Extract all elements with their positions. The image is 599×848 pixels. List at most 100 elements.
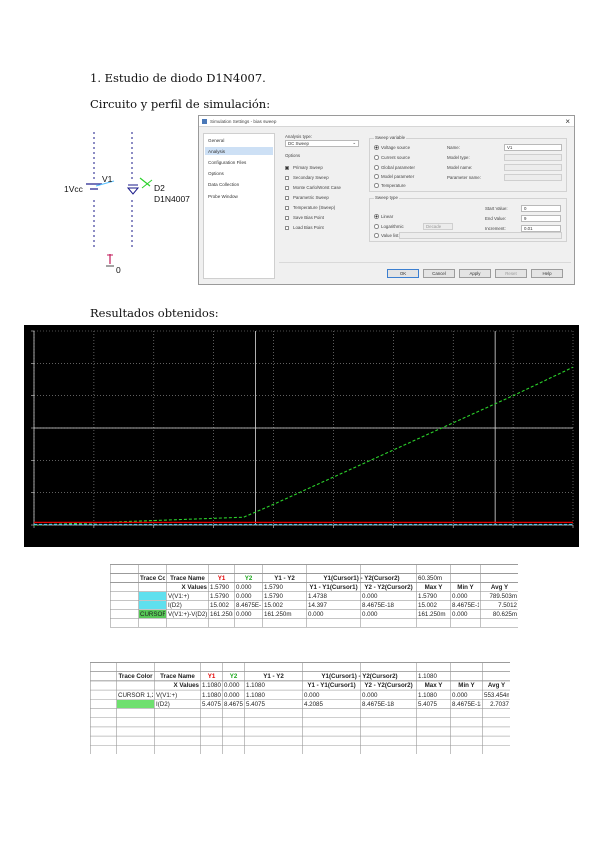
nav-item-general[interactable]: General — [208, 138, 224, 143]
table-cell: 0.000 — [236, 584, 252, 591]
table-cell: 5.4075 — [418, 700, 437, 708]
nav-item-probe-window[interactable]: Probe Window — [208, 194, 238, 199]
voltage-source-radio[interactable] — [374, 145, 379, 150]
linear-radio[interactable] — [374, 214, 379, 219]
end-value-field[interactable]: 9 — [521, 215, 561, 222]
model-type-label: Model type: — [447, 155, 470, 160]
table-cell: 0.000 — [308, 611, 324, 618]
nav-item-options[interactable]: Options — [208, 171, 224, 176]
apply-button[interactable]: Apply — [459, 269, 491, 278]
table-cell: 0.000 — [224, 682, 240, 690]
parameter-name-field[interactable] — [504, 174, 562, 181]
model-name-label: Model name: — [447, 165, 473, 170]
table-cell: 0.000 — [362, 593, 378, 600]
circuit-profile-heading: Circuito y perfil de simulación: — [90, 97, 271, 111]
value-list-field[interactable] — [399, 232, 562, 239]
start-value-field[interactable]: 0 — [521, 205, 561, 212]
value-list-radio[interactable] — [374, 233, 379, 238]
diode-ref-label: D2 — [154, 183, 165, 193]
temperature-radio[interactable] — [374, 183, 379, 188]
table-cell: X Values — [173, 682, 199, 690]
ground-label: 0 — [116, 265, 121, 275]
monte-carlo-checkbox[interactable] — [285, 186, 289, 190]
save-bias-checkbox[interactable] — [285, 216, 289, 220]
dialog-titlebar: Simulation Settings - bias sweep × — [199, 116, 574, 127]
table-cell: Y2 — [244, 575, 253, 582]
table-cell: 8.4675E-18 — [452, 602, 479, 609]
close-icon[interactable]: × — [565, 117, 570, 126]
table-cell: Trace Name — [170, 575, 205, 582]
sweep-type-option: Linear — [381, 214, 394, 219]
table-cell: 1.5790 — [418, 593, 437, 600]
option-label: Secondary Sweep — [293, 175, 329, 180]
table-cell: Y1 - Y2 — [263, 673, 284, 681]
table-cell: Avg Y — [490, 584, 509, 591]
table-cell: 1.5790 — [210, 584, 229, 591]
table-cell: 2.7037 — [490, 700, 509, 708]
table-cell: Avg Y — [487, 682, 506, 690]
table-cell: 5.4075 — [246, 700, 265, 708]
table-cell: Y1(Cursor1) - Y2(Cursor2) — [321, 673, 398, 681]
table-cell: 15.002 — [418, 602, 437, 609]
table-cell: V(V1:+)-V(D2) — [168, 611, 207, 618]
table-cell: 14.397 — [308, 602, 327, 609]
name-field[interactable]: V1 — [504, 144, 562, 151]
cursor-table-2: Trace Color Trace Name Y1 Y2 Y1 - Y2 Y1(Curso… — [90, 662, 510, 754]
plot-background — [24, 325, 579, 547]
option-label: Temperature (Sweep) — [293, 205, 336, 210]
logarithmic-radio[interactable] — [374, 224, 379, 229]
analysis-type-value: DC Sweep — [288, 141, 309, 146]
reset-button[interactable]: Reset — [495, 269, 527, 278]
ok-button[interactable]: OK — [387, 269, 419, 278]
analysis-type-select[interactable]: DC Sweep ⌄ — [285, 140, 359, 147]
nav-item-analysis[interactable]: Analysis — [208, 149, 225, 154]
table-cell: 8.4675E-18 — [362, 700, 394, 708]
table-cell: 8.4675E-18 — [224, 700, 243, 708]
circuit-schematic: 1Vcc V1 D2 D1N4007 0 — [62, 128, 198, 276]
nav-item-configuration-files[interactable]: Configuration Files — [208, 160, 246, 165]
load-bias-checkbox[interactable] — [285, 226, 289, 230]
table-cell: 1.1080 — [246, 682, 265, 690]
table-cell: I(D2) — [168, 602, 182, 609]
increment-field[interactable]: 0.01 — [521, 225, 561, 232]
table-cell: 0.000 — [362, 691, 378, 699]
current-source-radio[interactable] — [374, 155, 379, 160]
table-cell: 161.250m — [210, 611, 233, 618]
parametric-sweep-checkbox[interactable] — [285, 196, 289, 200]
dialog-divider — [279, 262, 571, 263]
table-cell: 7.5012 — [498, 602, 517, 609]
model-parameter-radio[interactable] — [374, 174, 379, 179]
table-cell: X Values — [181, 584, 207, 591]
end-value: 9 — [524, 216, 527, 221]
table-cell: CURSOR 1,2 — [140, 611, 165, 618]
primary-sweep-checkbox[interactable] — [285, 166, 289, 170]
model-type-select[interactable] — [504, 154, 562, 161]
option-label: Monte Carlo/Worst Case — [293, 185, 341, 190]
table-cell: 60.350m — [418, 575, 443, 582]
table-cell: 1.5790 — [264, 593, 283, 600]
table-cell: 80.625m — [492, 611, 517, 618]
table-cell: Trace Color — [140, 575, 165, 582]
nav-item-data-collection[interactable]: Data Collection — [208, 182, 239, 187]
model-name-field[interactable] — [504, 164, 562, 171]
table-cell: Min Y — [458, 682, 475, 690]
table-cell: Y1(Cursor1) - Y2(Cursor2) — [323, 575, 400, 582]
option-label: Save Bias Point — [293, 215, 324, 220]
name-value: V1 — [507, 145, 513, 150]
global-parameter-radio[interactable] — [374, 165, 379, 170]
sweep-var-option: Model parameter — [381, 174, 415, 179]
table-cell: 1.1080 — [418, 691, 437, 699]
table-cell: V(V1:+) — [168, 593, 190, 600]
results-heading: Resultados obtenidos: — [90, 306, 219, 320]
log-unit-select[interactable]: Decade — [423, 223, 453, 230]
secondary-sweep-checkbox[interactable] — [285, 176, 289, 180]
trace-color-swatch — [117, 699, 154, 708]
table-cell: 1.1080 — [246, 691, 265, 699]
cancel-button[interactable]: Cancel — [423, 269, 455, 278]
help-button[interactable]: Help — [531, 269, 563, 278]
temperature-checkbox[interactable] — [285, 206, 289, 210]
table-cell: Y2 - Y2(Cursor2) — [364, 584, 413, 591]
table-cell: 0.000 — [236, 593, 252, 600]
table-cell: 0.000 — [452, 691, 468, 699]
table-cell: 0.000 — [452, 611, 468, 618]
